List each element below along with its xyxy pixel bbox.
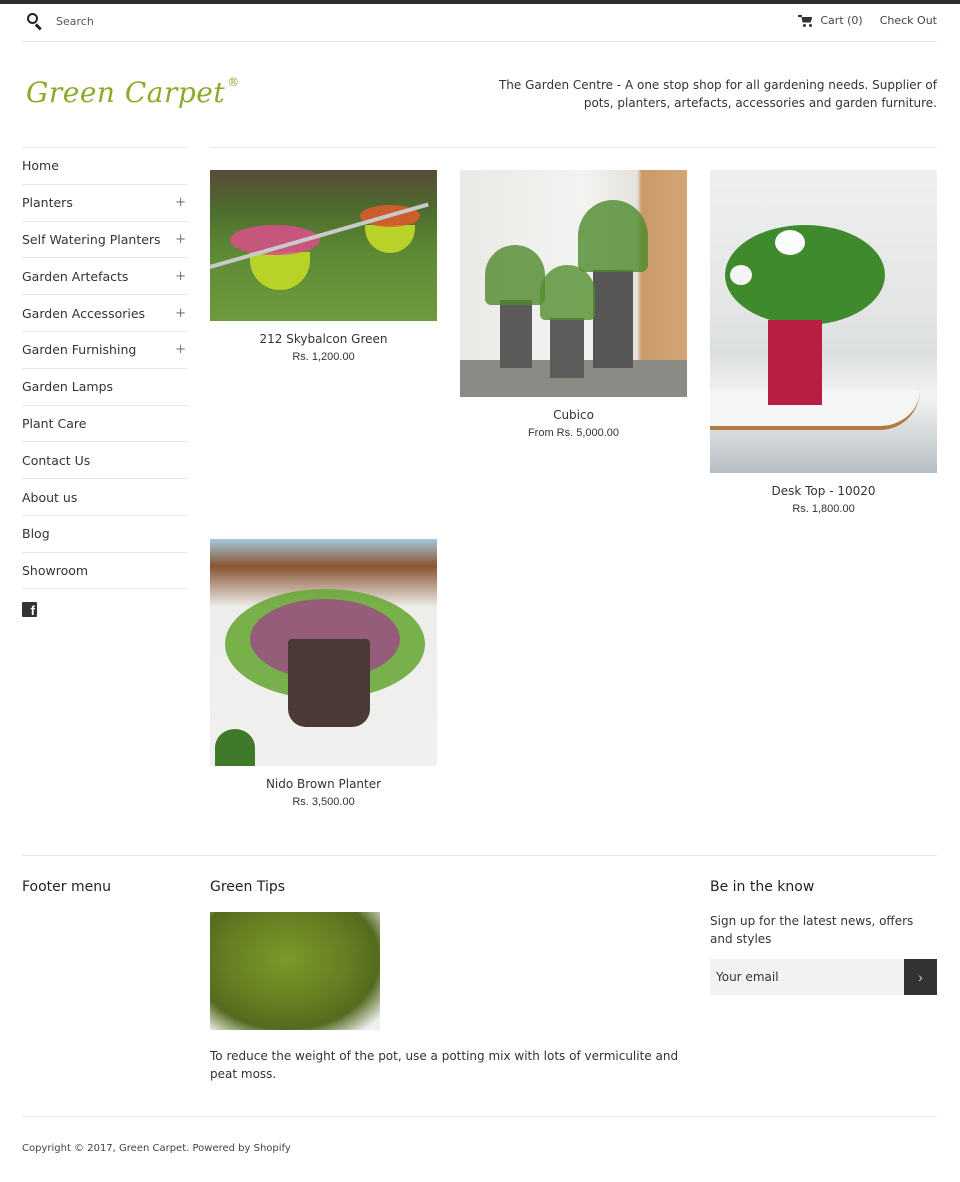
- product-card[interactable]: 212 Skybalcon Green Rs. 1,200.00: [210, 170, 437, 363]
- site-logo[interactable]: Green Carpet ®: [26, 74, 240, 109]
- chevron-right-icon: ›: [918, 969, 923, 985]
- product-price: Rs. 3,500.00: [292, 796, 355, 808]
- expand-icon[interactable]: +: [175, 269, 186, 284]
- checkout-link[interactable]: Check Out: [880, 14, 937, 27]
- expand-icon[interactable]: +: [175, 195, 186, 210]
- sidebar-item-self-watering-planters[interactable]: Self Watering Planters +: [22, 220, 188, 258]
- sidebar-item-garden-accessories[interactable]: Garden Accessories +: [22, 294, 188, 331]
- sidebar-item-label: Garden Lamps: [22, 379, 114, 395]
- expand-icon[interactable]: +: [175, 306, 186, 321]
- product-price: Rs. 1,800.00: [792, 503, 855, 515]
- sidebar-item-about-us[interactable]: About us: [22, 478, 188, 515]
- sidebar-item-planters[interactable]: Planters +: [22, 183, 188, 221]
- footer-menu-heading: Footer menu: [22, 879, 111, 895]
- expand-icon[interactable]: +: [175, 342, 186, 357]
- product-title[interactable]: Cubico: [460, 408, 687, 422]
- sidebar-item-contact-us[interactable]: Contact Us: [22, 441, 188, 478]
- sidebar-item-garden-lamps[interactable]: Garden Lamps: [22, 367, 188, 405]
- content-divider: [210, 147, 937, 148]
- sidebar-item-label: Contact Us: [22, 452, 91, 468]
- search-form: [26, 12, 256, 31]
- subscribe-button[interactable]: ›: [904, 959, 937, 995]
- expand-icon[interactable]: +: [175, 232, 186, 247]
- sidebar-item-label: Planters: [22, 195, 73, 211]
- copyright-text: Copyright © 2017, Green Carpet. Powered …: [22, 1143, 291, 1154]
- newsletter-heading: Be in the know: [710, 879, 815, 895]
- sidebar-item-garden-artefacts[interactable]: Garden Artefacts +: [22, 257, 188, 294]
- bottom-divider: [22, 1116, 937, 1117]
- product-image[interactable]: [460, 170, 687, 397]
- registered-mark: ®: [227, 74, 240, 89]
- product-image[interactable]: [210, 539, 437, 766]
- sidebar-nav: Home Planters + Self Watering Planters + G…: [22, 147, 188, 589]
- footer-divider: [22, 855, 937, 856]
- email-input[interactable]: [710, 959, 904, 995]
- product-image[interactable]: [210, 170, 437, 321]
- sidebar-item-label: Self Watering Planters: [22, 231, 161, 247]
- facebook-icon[interactable]: f: [22, 602, 37, 617]
- sidebar-item-home[interactable]: Home: [22, 147, 188, 184]
- search-icon[interactable]: [26, 12, 44, 31]
- cart-icon: [798, 14, 813, 27]
- sidebar-item-showroom[interactable]: Showroom: [22, 551, 188, 589]
- sidebar-item-label: Garden Artefacts: [22, 268, 129, 284]
- product-title[interactable]: Desk Top - 10020: [710, 484, 937, 498]
- green-tips-image: [210, 912, 380, 1030]
- top-links: Cart (0) Check Out: [798, 14, 937, 27]
- product-title[interactable]: 212 Skybalcon Green: [210, 332, 437, 346]
- site-tagline: The Garden Centre - A one stop shop for …: [498, 78, 937, 110]
- sidebar-item-label: About us: [22, 489, 78, 505]
- sidebar-item-label: Blog: [22, 526, 50, 542]
- product-card[interactable]: Desk Top - 10020 Rs. 1,800.00: [710, 170, 937, 515]
- product-card[interactable]: Nido Brown Planter Rs. 3,500.00: [210, 539, 437, 808]
- cart-link[interactable]: Cart (0): [798, 14, 863, 27]
- product-price: Rs. 1,200.00: [292, 351, 355, 363]
- sidebar-item-blog[interactable]: Blog: [22, 514, 188, 552]
- green-tips-heading: Green Tips: [210, 879, 286, 895]
- green-tips-text: To reduce the weight of the pot, use a p…: [210, 1049, 679, 1081]
- product-card[interactable]: Cubico From Rs. 5,000.00: [460, 170, 687, 439]
- newsletter-text: Sign up for the latest news, offers and …: [710, 914, 914, 946]
- sidebar-item-plant-care[interactable]: Plant Care: [22, 404, 188, 442]
- product-image[interactable]: [710, 170, 937, 473]
- product-price: From Rs. 5,000.00: [527, 427, 620, 439]
- sidebar-item-label: Showroom: [22, 562, 89, 578]
- sidebar-item-garden-furnishing[interactable]: Garden Furnishing +: [22, 330, 188, 368]
- logo-text: Green Carpet: [26, 76, 226, 109]
- top-bar: Cart (0) Check Out: [22, 4, 937, 42]
- sidebar-item-label: Home: [22, 158, 59, 174]
- product-title[interactable]: Nido Brown Planter: [210, 777, 437, 791]
- search-input[interactable]: [56, 14, 256, 28]
- sidebar-item-label: Plant Care: [22, 415, 87, 431]
- cart-label: Cart (0): [820, 14, 863, 27]
- sidebar-item-label: Garden Furnishing: [22, 342, 137, 358]
- newsletter-form: ›: [710, 959, 937, 995]
- sidebar-item-label: Garden Accessories: [22, 305, 146, 321]
